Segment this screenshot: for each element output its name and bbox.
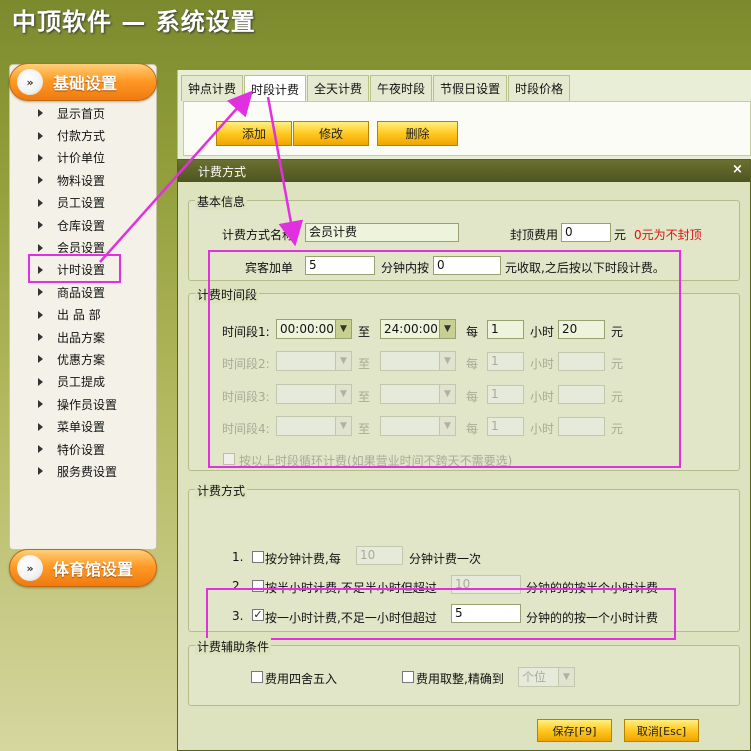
cap-note: 0元为不封顶 xyxy=(634,228,702,242)
precision-select[interactable]: 个位 ▼ xyxy=(518,667,575,687)
add-button[interactable]: 添加 xyxy=(216,121,292,146)
category-gym-settings[interactable]: » 体育馆设置 xyxy=(9,549,157,587)
sidebar-item-unit[interactable]: 计价单位 xyxy=(38,147,154,169)
option-number: 1. xyxy=(232,550,244,564)
chevron-down-icon: ▼ xyxy=(558,668,574,686)
triangle-right-icon xyxy=(38,310,43,319)
group-legend: 计费辅助条件 xyxy=(195,638,272,655)
sidebar-item-material[interactable]: 物料设置 xyxy=(38,169,154,191)
sidebar-item-staff[interactable]: 员工设置 xyxy=(38,192,154,214)
sidebar-item-menu[interactable]: 菜单设置 xyxy=(38,415,154,437)
group-legend: 基本信息 xyxy=(195,193,248,210)
sidebar-item-special[interactable]: 特价设置 xyxy=(38,438,154,460)
triangle-right-icon xyxy=(38,445,43,454)
sidebar-item-discount[interactable]: 优惠方案 xyxy=(38,348,154,370)
sidebar-item-warehouse[interactable]: 仓库设置 xyxy=(38,214,154,236)
triangle-right-icon xyxy=(38,288,43,297)
triangle-right-icon xyxy=(38,221,43,230)
fast-forward-icon: » xyxy=(17,555,43,581)
sidebar-item-commission[interactable]: 员工提成 xyxy=(38,371,154,393)
triangle-right-icon xyxy=(38,333,43,342)
sidebar-item-home[interactable]: 显示首页 xyxy=(38,102,154,124)
tab-period-price[interactable]: 时段价格 xyxy=(508,75,571,101)
category-label: 基础设置 xyxy=(53,74,118,93)
tab-period[interactable]: 时段计费 xyxy=(244,75,307,102)
sidebar-item-service-fee[interactable]: 服务费设置 xyxy=(38,460,154,482)
highlight-box-one-hour xyxy=(206,588,676,640)
triangle-right-icon xyxy=(38,422,43,431)
close-icon[interactable]: × xyxy=(732,162,743,177)
triangle-right-icon xyxy=(38,400,43,409)
tab-hourly[interactable]: 钟点计费 xyxy=(181,75,244,101)
tab-holiday[interactable]: 节假日设置 xyxy=(433,75,508,101)
tab-midnight[interactable]: 午夜时段 xyxy=(370,75,433,101)
sidebar-item-goods[interactable]: 商品设置 xyxy=(38,281,154,303)
triangle-right-icon xyxy=(38,176,43,185)
tab-allday[interactable]: 全天计费 xyxy=(307,75,370,101)
dialog-title: 计费方式 xyxy=(198,165,247,179)
cap-unit: 元 xyxy=(614,228,627,242)
per-minute-checkbox[interactable] xyxy=(252,551,264,563)
per-minute-suffix: 分钟计费一次 xyxy=(409,552,482,566)
fast-forward-icon: » xyxy=(17,69,43,95)
triangle-right-icon xyxy=(38,153,43,162)
triangle-right-icon xyxy=(38,131,43,140)
name-label: 计费方式名称 xyxy=(222,228,295,242)
integer-label: 费用取整,精确到 xyxy=(416,672,504,686)
name-input[interactable]: 会员计费 xyxy=(305,223,459,242)
save-button[interactable]: 保存[F9] xyxy=(537,719,612,742)
tab-bar: 钟点计费 时段计费 全天计费 午夜时段 节假日设置 时段价格 xyxy=(181,75,571,102)
sidebar-nav-list: 显示首页 付款方式 计价单位 物料设置 员工设置 仓库设置 会员设置 计时设置 … xyxy=(38,102,154,483)
group-legend: 计费方式 xyxy=(195,482,248,499)
highlight-box-periods xyxy=(208,250,681,468)
cap-input[interactable]: 0 xyxy=(561,223,611,242)
highlight-box-timing xyxy=(28,254,121,283)
cap-label: 封顶费用 xyxy=(510,228,559,242)
edit-button[interactable]: 修改 xyxy=(293,121,369,146)
sidebar-item-dept[interactable]: 出 品 部 xyxy=(38,304,154,326)
triangle-right-icon xyxy=(38,467,43,476)
triangle-right-icon xyxy=(38,377,43,386)
sidebar-item-plan[interactable]: 出品方案 xyxy=(38,326,154,348)
sidebar-item-operator[interactable]: 操作员设置 xyxy=(38,393,154,415)
category-label: 体育馆设置 xyxy=(53,560,134,579)
round-label: 费用四舍五入 xyxy=(265,672,338,686)
triangle-right-icon xyxy=(38,109,43,118)
integer-checkbox[interactable] xyxy=(402,671,414,683)
triangle-right-icon xyxy=(38,355,43,364)
category-basic-settings[interactable]: » 基础设置 xyxy=(9,63,157,101)
round-checkbox[interactable] xyxy=(251,671,263,683)
per-minute-input[interactable]: 10 xyxy=(356,546,403,565)
per-minute-label: 按分钟计费,每 xyxy=(265,552,341,566)
sidebar-item-payment[interactable]: 付款方式 xyxy=(38,124,154,146)
triangle-right-icon xyxy=(38,243,43,252)
delete-button[interactable]: 删除 xyxy=(377,121,458,146)
triangle-right-icon xyxy=(38,198,43,207)
app-title: 中顶软件 — 系统设置 xyxy=(12,8,256,36)
dialog-title-bar[interactable] xyxy=(178,160,750,182)
cancel-button[interactable]: 取消[Esc] xyxy=(624,719,699,742)
